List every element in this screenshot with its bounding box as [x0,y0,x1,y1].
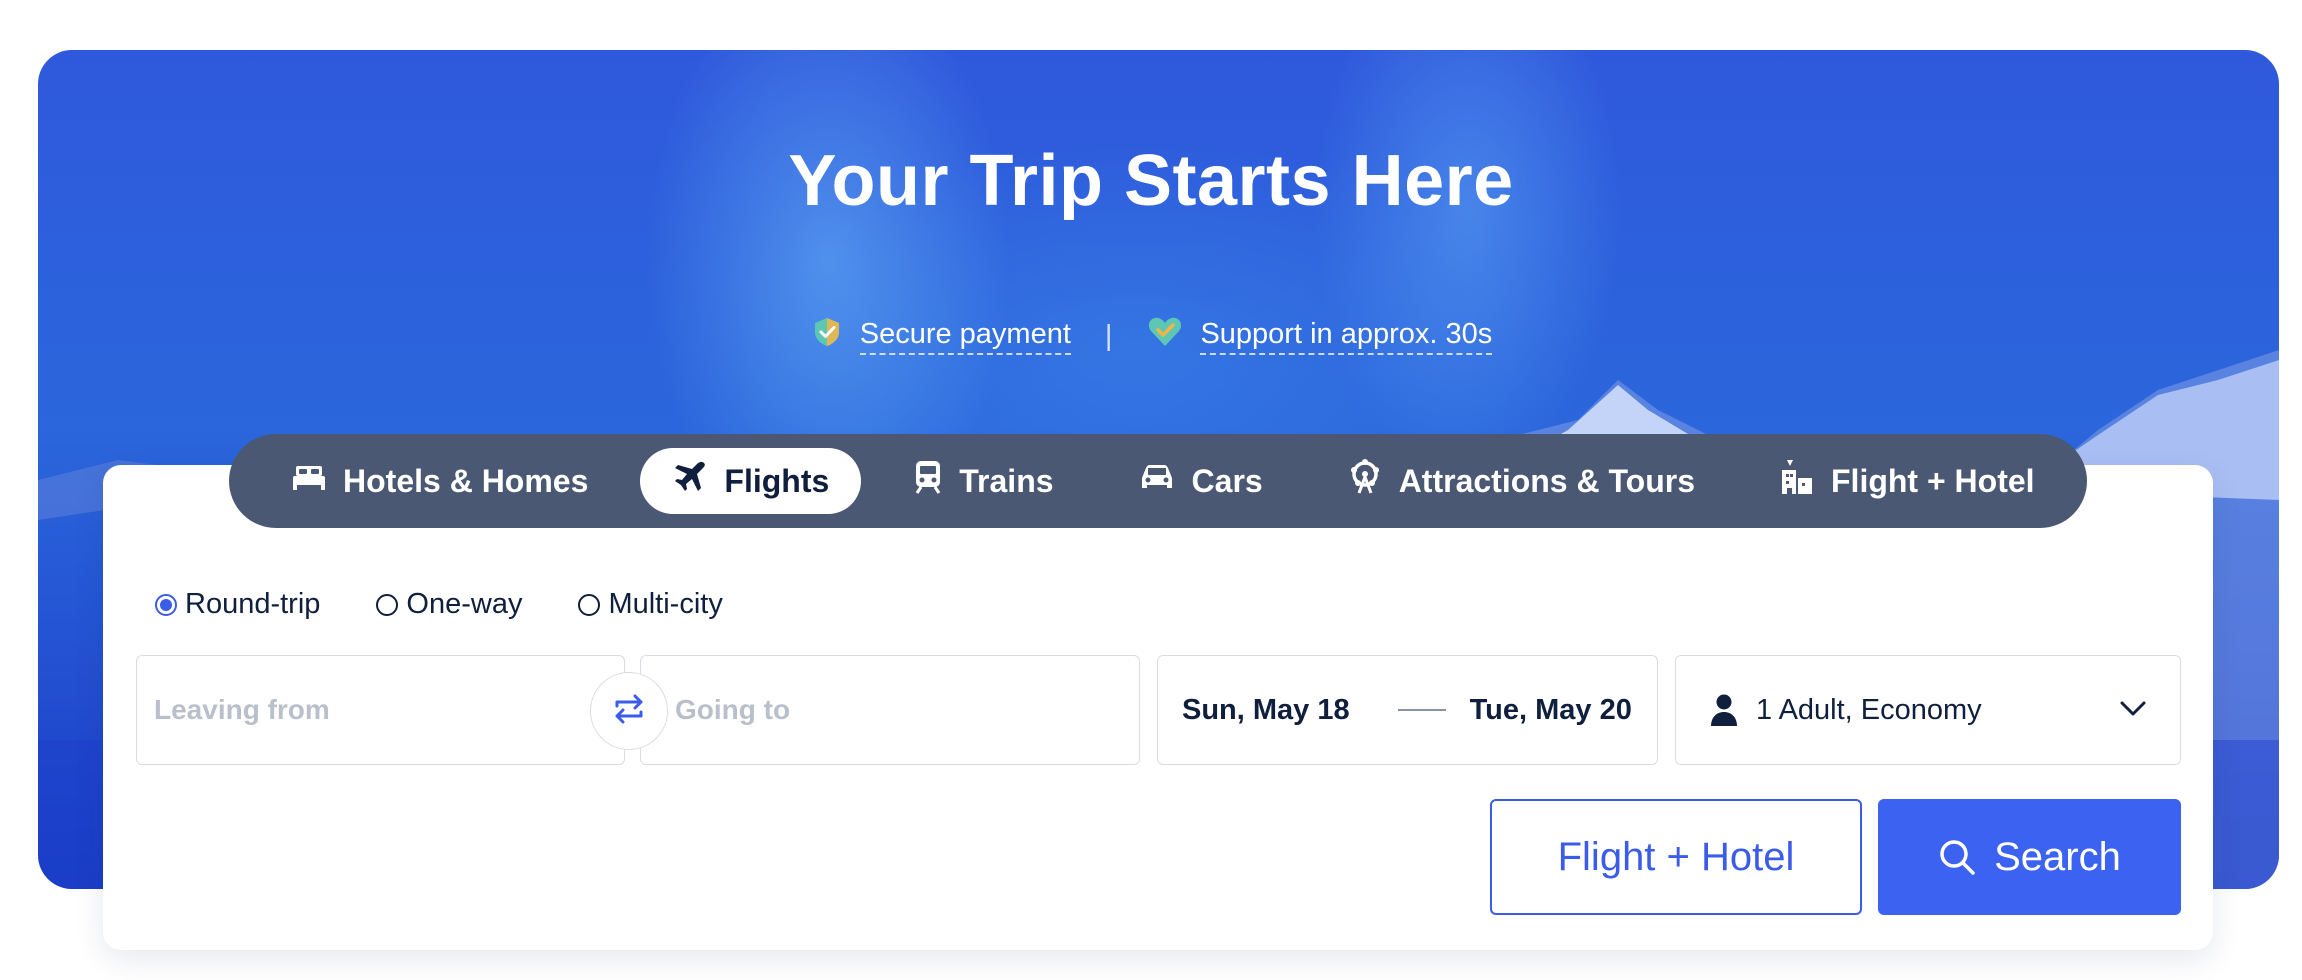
swap-cities-button[interactable] [590,672,668,750]
plane-icon [672,459,708,503]
date-separator [1397,709,1446,711]
tab-cars[interactable]: Cars [1106,448,1295,514]
search-icon [1938,838,1976,876]
leaving-from-placeholder: Leaving from [154,694,330,725]
tab-label: Attractions & Tours [1398,462,1695,499]
tab-trains[interactable]: Trains [881,448,1085,514]
tab-label: Hotels & Homes [343,462,589,499]
ferris-wheel-icon [1347,459,1383,503]
radio-label: One-way [406,588,523,620]
bed-icon [291,462,327,500]
badge-separator: | [1104,319,1113,352]
radio-label: Round-trip [185,588,321,620]
support-label: Support in approx. 30s [1200,318,1493,355]
tab-label: Cars [1191,462,1263,499]
tab-label: Flights [724,462,830,499]
trust-badges: Secure payment | Support in approx. 30s [0,314,2302,358]
secure-payment-label: Secure payment [859,318,1071,355]
tab-label: Trains [959,462,1054,499]
radio-dot [578,593,601,616]
train-icon [913,459,943,503]
leaving-from-field[interactable]: Leaving from [136,655,625,765]
shield-check-icon [810,315,844,357]
return-date: Tue, May 20 [1469,693,1632,726]
tab-label: Flight + Hotel [1831,462,2035,499]
tab-flights[interactable]: Flights [640,448,862,514]
trip-type-selector: Round-trip One-way Multi-city [155,588,723,621]
hero-title: Your Trip Starts Here [788,141,1514,221]
chevron-down-icon [2120,701,2146,717]
car-icon [1138,462,1176,500]
radio-dot [376,593,399,616]
radio-dot [155,593,177,616]
support-badge[interactable]: Support in approx. 30s [1146,315,1493,357]
person-icon [1710,693,1738,727]
product-tabs: Hotels & Homes Flights Trains Cars Attra… [229,434,2087,528]
swap-icon [611,694,647,729]
going-to-placeholder: Going to [675,694,791,725]
one-way-radio[interactable]: One-way [376,588,522,621]
tab-flight-hotel[interactable]: Flight + Hotel [1747,448,2067,514]
building-plane-icon [1779,458,1815,504]
secure-payment-badge[interactable]: Secure payment [810,315,1071,357]
search-button-label: Search [1994,834,2121,879]
tab-hotels-homes[interactable]: Hotels & Homes [259,448,620,514]
passengers-class-value: 1 Adult, Economy [1756,693,1982,726]
heart-check-icon [1146,315,1184,357]
tab-attractions-tours[interactable]: Attractions & Tours [1315,448,1727,514]
radio-label: Multi-city [608,588,723,620]
round-trip-radio[interactable]: Round-trip [155,588,320,621]
passengers-class-field[interactable]: 1 Adult, Economy [1675,655,2181,765]
depart-date: Sun, May 18 [1182,693,1350,726]
flight-hotel-button[interactable]: Flight + Hotel [1490,799,1862,915]
search-button[interactable]: Search [1878,799,2181,915]
date-range-field[interactable]: Sun, May 18 Tue, May 20 [1157,655,1658,765]
multi-city-radio[interactable]: Multi-city [578,588,723,621]
going-to-field[interactable]: Going to [640,655,1140,765]
